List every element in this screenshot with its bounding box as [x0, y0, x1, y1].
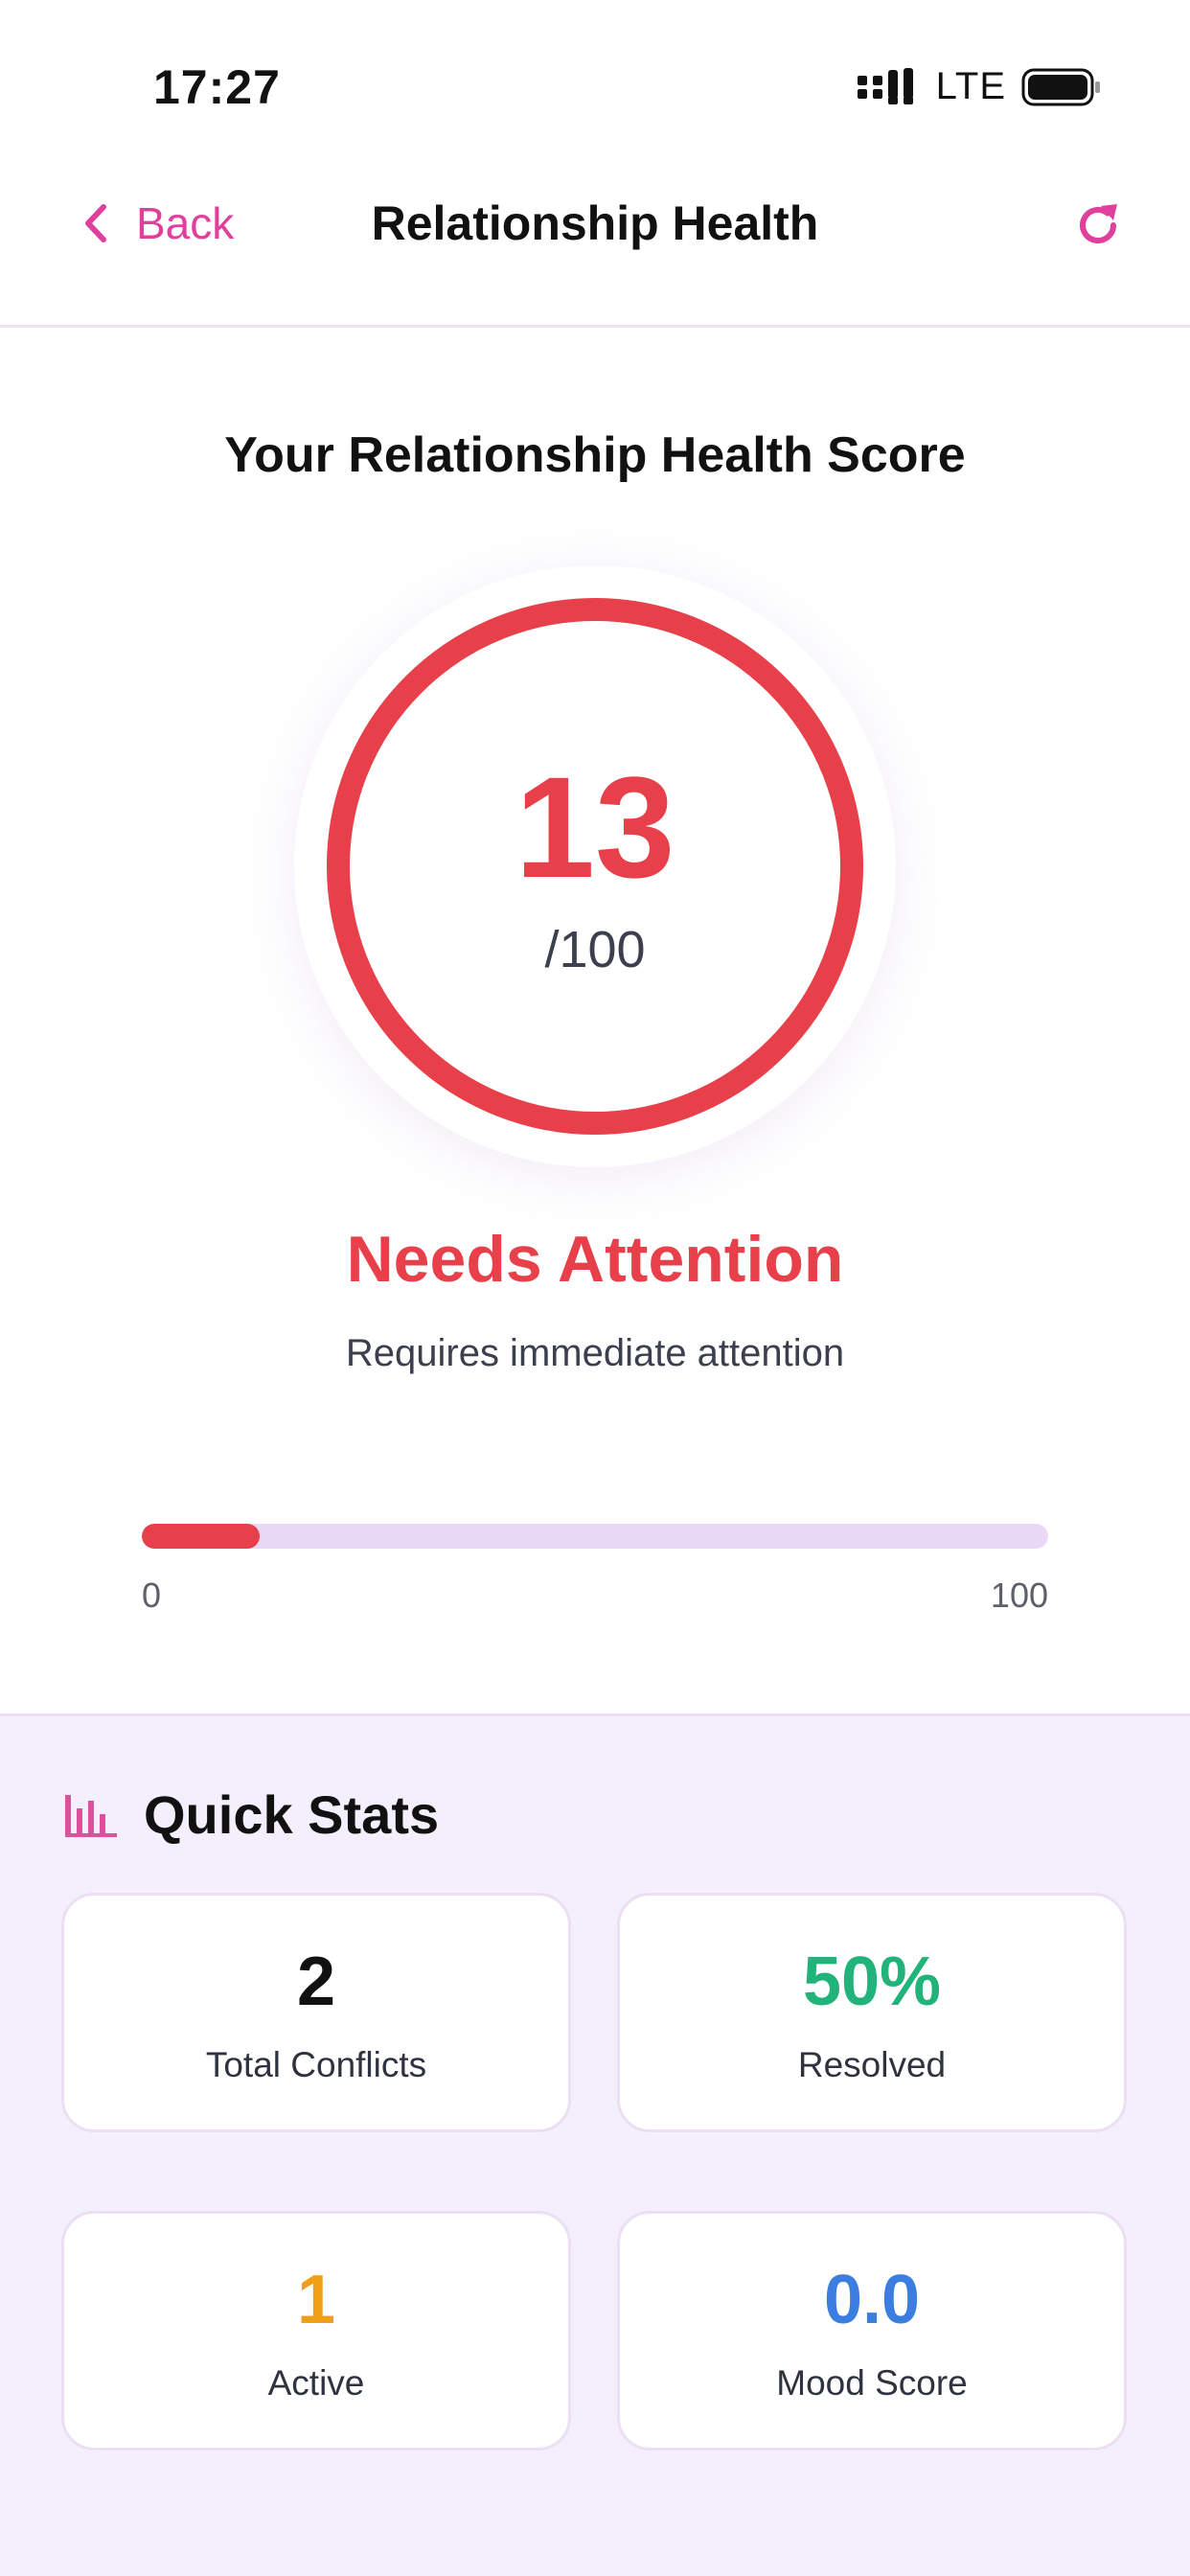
- stat-value: 0.0: [823, 2262, 921, 2338]
- score-heading: Your Relationship Health Score: [224, 427, 966, 483]
- bar-chart-icon: [65, 1794, 117, 1837]
- quick-stats-title: Quick Stats: [144, 1784, 440, 1845]
- back-button[interactable]: Back: [82, 168, 234, 279]
- refresh-icon: [1080, 204, 1117, 243]
- quick-stats-header: Quick Stats: [63, 1783, 439, 1846]
- score-progress-bar: [142, 1524, 1048, 1549]
- stat-card-total-conflicts[interactable]: 2 Total Conflicts: [61, 1893, 571, 2132]
- network-label: LTE: [935, 65, 1006, 107]
- back-label: Back: [136, 198, 235, 248]
- battery-icon: [1021, 68, 1100, 105]
- score-max-label: /100: [544, 921, 646, 978]
- progress-max-label: 100: [990, 1576, 1048, 1615]
- status-time: 17:27: [153, 60, 281, 114]
- signal-icon: [857, 67, 913, 104]
- stat-value: 50%: [802, 1944, 942, 2020]
- progress-min-label: 0: [142, 1576, 162, 1615]
- stat-card-active[interactable]: 1 Active: [61, 2211, 571, 2450]
- status-indicators: LTE: [857, 65, 1102, 108]
- score-progress-fill: [142, 1524, 260, 1549]
- refresh-button[interactable]: [1069, 196, 1127, 254]
- stat-card-resolved[interactable]: 50% Resolved: [617, 1893, 1127, 2132]
- score-value: 13: [515, 747, 675, 908]
- stat-label: Mood Score: [776, 2363, 968, 2403]
- stat-value: 2: [296, 1944, 336, 2020]
- status-bar: 17:27 LTE: [0, 0, 1190, 168]
- stat-label: Total Conflicts: [205, 2045, 427, 2084]
- quick-stats-section: Quick Stats 2 Total Conflicts 50% Resolv…: [0, 1714, 1190, 2576]
- health-status-subtitle: Requires immediate attention: [345, 1332, 845, 1374]
- chevron-left-icon: [85, 204, 106, 242]
- health-status-title: Needs Attention: [346, 1223, 844, 1296]
- score-ring: 13 /100: [294, 565, 896, 1167]
- stat-label: Active: [267, 2363, 365, 2403]
- nav-header: Back Relationship Health: [0, 168, 1190, 328]
- stat-label: Resolved: [797, 2045, 947, 2084]
- stat-card-mood-score[interactable]: 0.0 Mood Score: [617, 2211, 1127, 2450]
- stat-value: 1: [296, 2262, 336, 2338]
